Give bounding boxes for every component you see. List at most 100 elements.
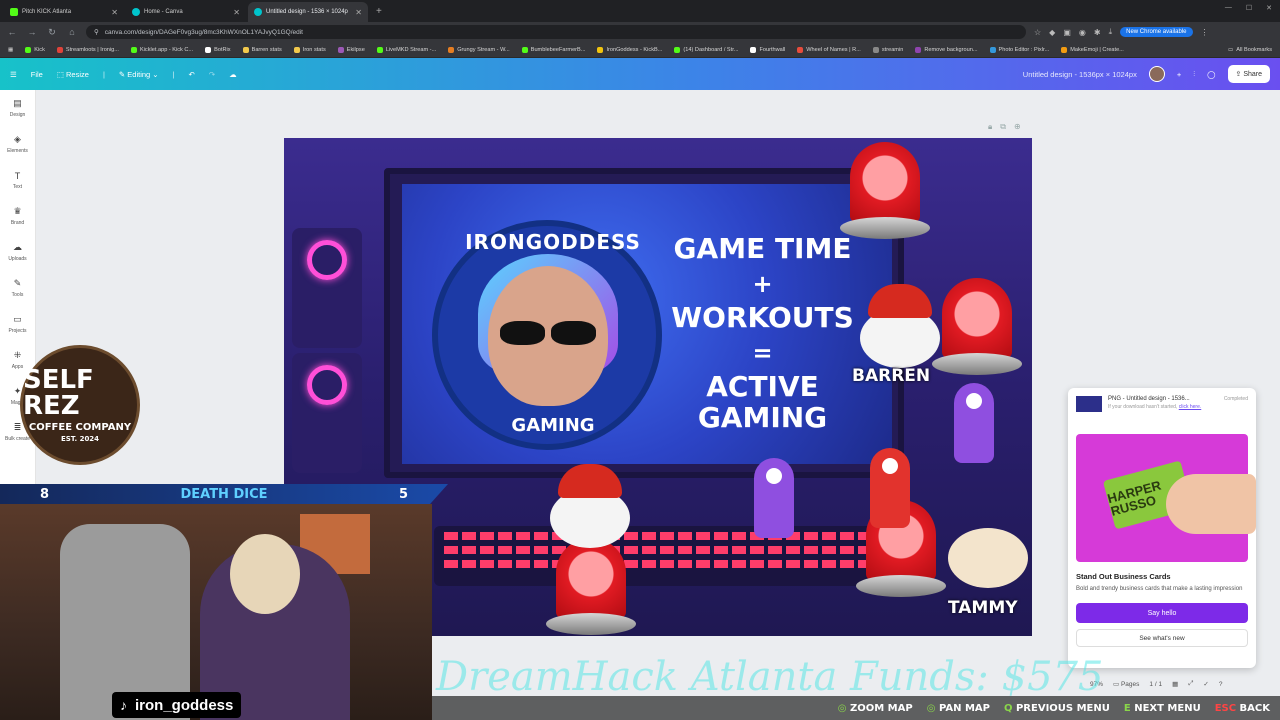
- sidebar-item-label: Tools: [11, 292, 24, 298]
- sidebar-item-brand[interactable]: ♛ Brand: [0, 198, 35, 234]
- cloud-saved-icon[interactable]: ☁: [229, 70, 237, 79]
- firefighter-bear-sticker[interactable]: [540, 458, 640, 558]
- siren-sticker[interactable]: [840, 142, 930, 242]
- menu-dots-icon[interactable]: ⋮: [1201, 28, 1209, 37]
- bookmark-item[interactable]: MakeEmoji | Create...: [1061, 46, 1124, 53]
- bookmark-item[interactable]: Kick: [25, 46, 45, 53]
- undo-icon[interactable]: ↶: [189, 70, 195, 79]
- close-tab-icon[interactable]: ✕: [355, 8, 362, 17]
- add-collaborator-icon[interactable]: +: [1177, 70, 1181, 79]
- sidebar-item-tools[interactable]: ✎ Tools: [0, 270, 35, 306]
- puzzle-icon[interactable]: ✱: [1094, 28, 1101, 37]
- handle-text: iron_goddess: [135, 696, 234, 714]
- document-title[interactable]: Untitled design - 1536px × 1024px: [1023, 70, 1137, 79]
- bookmark-item[interactable]: LiveMKD Stream -...: [376, 46, 436, 53]
- bookmark-item[interactable]: Streamloots | Ironig...: [56, 46, 119, 53]
- sidebar-item-design[interactable]: ▤ Design: [0, 90, 35, 126]
- extension-icon[interactable]: ◆: [1049, 28, 1055, 37]
- new-chrome-button[interactable]: New Chrome available: [1120, 27, 1193, 37]
- bookmark-item[interactable]: Wheel of Names | R...: [797, 46, 861, 53]
- resize-menu[interactable]: ⬚ Resize: [57, 70, 89, 79]
- maximize-icon[interactable]: ☐: [1246, 4, 1252, 12]
- tab-home-canva[interactable]: Home - Canva ✕: [126, 2, 246, 22]
- editing-menu[interactable]: ✎ Editing ⌄: [119, 70, 159, 79]
- bookmark-label: MakeEmoji | Create...: [1070, 46, 1124, 53]
- all-bookmarks-button[interactable]: ▭ All Bookmarks: [1228, 47, 1272, 53]
- joystick-icon: ◎: [837, 702, 850, 714]
- share-button[interactable]: ⇪ Share: [1227, 65, 1270, 83]
- bookmark-item[interactable]: BotRix: [205, 46, 231, 53]
- bookmark-favicon-icon: [597, 46, 604, 53]
- red-creature-sticker[interactable]: [870, 448, 910, 528]
- bookmark-item[interactable]: streamin: [872, 46, 903, 53]
- say-hello-button[interactable]: Say hello: [1076, 603, 1248, 624]
- resize-icon: ⬚: [56, 69, 66, 79]
- see-whats-new-button[interactable]: See what's new: [1076, 629, 1248, 648]
- bookmark-item[interactable]: Remove backgroun...: [915, 46, 978, 53]
- bookmark-item[interactable]: Iron stats: [293, 46, 326, 53]
- forward-arrow-icon[interactable]: →: [26, 27, 38, 37]
- bookmark-favicon-icon: [25, 46, 32, 53]
- purple-creature-sticker[interactable]: [954, 383, 994, 463]
- home-icon[interactable]: ⌂: [66, 27, 78, 37]
- extension-icon[interactable]: ◉: [1079, 28, 1086, 37]
- reload-icon[interactable]: ↻: [46, 27, 58, 38]
- goat-sticker[interactable]: [938, 498, 1032, 598]
- sidebar-item-projects[interactable]: ▭ Projects: [0, 306, 35, 342]
- bookmark-item[interactable]: Barren stats: [242, 46, 282, 53]
- minimize-icon[interactable]: —: [1225, 4, 1232, 12]
- bookmark-item[interactable]: Ekilpse: [337, 46, 365, 53]
- bookmark-label: IronGoddess - KickB...: [606, 46, 663, 53]
- bookmark-item[interactable]: Fourthwall: [750, 46, 785, 53]
- insights-icon[interactable]: ⫶: [1193, 69, 1195, 79]
- bookmark-item[interactable]: Grungy Stream - W...: [448, 46, 510, 53]
- sidebar-item-uploads[interactable]: ☁ Uploads: [0, 234, 35, 270]
- lock-icon[interactable]: 🔒︎: [988, 122, 992, 132]
- close-tab-icon[interactable]: ✕: [233, 8, 240, 17]
- speaker-left-lower: [292, 353, 362, 473]
- hamburger-menu-icon[interactable]: ☰: [10, 70, 17, 79]
- bookmark-label: BumblebeeFarmerB...: [530, 46, 586, 53]
- download-hint: If your download hasn't started, click h…: [1108, 404, 1202, 410]
- bookmark-item[interactable]: Photo Editor : Pixlr...: [989, 46, 1049, 53]
- redo-icon[interactable]: ↷: [209, 70, 215, 79]
- tab-untitled-design[interactable]: Untitled design - 1536 × 1024p ✕: [248, 2, 368, 22]
- address-bar: ← → ↻ ⌂ ⚲ canva.com/design/DAGeF0vg3ug/8…: [0, 22, 1280, 42]
- esc-key: ESC: [1214, 702, 1237, 714]
- close-tab-icon[interactable]: ✕: [111, 8, 118, 17]
- tab-label: Home - Canva: [144, 9, 183, 15]
- extension-icon[interactable]: ▣: [1063, 28, 1071, 37]
- purple-creature-sticker[interactable]: [754, 458, 794, 538]
- url-input[interactable]: ⚲ canva.com/design/DAGeF0vg3ug/8mc3KhWXn…: [86, 25, 1026, 39]
- bookmark-item[interactable]: BumblebeeFarmerB...: [521, 46, 586, 53]
- coffee-logo-title: SELF REZ: [23, 365, 94, 421]
- apps-grid-icon: ⁜: [13, 350, 22, 360]
- crown-icon: ♛: [13, 206, 22, 216]
- irongoddess-logo[interactable]: IRONGODDESS GAMING: [432, 220, 662, 450]
- tab-pitch-kick[interactable]: Pitch KICK Atlanta ✕: [4, 2, 124, 22]
- bookmark-favicon-icon: [872, 46, 879, 53]
- bookmark-item[interactable]: (14) Dashboard / Str...: [674, 46, 738, 53]
- comment-icon[interactable]: ◯: [1207, 70, 1215, 79]
- bookmark-star-icon[interactable]: ☆: [1034, 28, 1041, 37]
- download-icon[interactable]: ⤓: [1109, 27, 1113, 37]
- close-window-icon[interactable]: ✕: [1266, 4, 1272, 12]
- new-tab-icon[interactable]: +: [376, 6, 382, 17]
- headline-text[interactable]: GAME TIME + WORKOUTS = ACTIVE GAMING: [660, 233, 865, 440]
- bookmark-item[interactable]: IronGoddess - KickB...: [597, 46, 663, 53]
- apps-grid-icon[interactable]: ▦: [8, 47, 13, 53]
- death-dice-bar: 8 DEATH DICE 5: [0, 484, 448, 504]
- bookmark-favicon-icon: [293, 46, 300, 53]
- file-menu[interactable]: File: [31, 70, 43, 79]
- bookmark-item[interactable]: Kicklet.app - Kick C...: [130, 46, 193, 53]
- firefighter-bear-sticker[interactable]: [850, 278, 950, 378]
- sidebar-item-elements[interactable]: ◈ Elements: [0, 126, 35, 162]
- avatar[interactable]: [1148, 66, 1165, 82]
- back-arrow-icon[interactable]: ←: [6, 27, 18, 37]
- speaker-left: [292, 228, 362, 348]
- add-page-icon[interactable]: ⊕: [1014, 122, 1021, 132]
- duplicate-page-icon[interactable]: ⧉: [1000, 122, 1006, 132]
- sidebar-item-text[interactable]: T Text: [0, 162, 35, 198]
- site-info-icon[interactable]: ⚲: [94, 28, 99, 36]
- click-here-link[interactable]: click here.: [1179, 404, 1202, 410]
